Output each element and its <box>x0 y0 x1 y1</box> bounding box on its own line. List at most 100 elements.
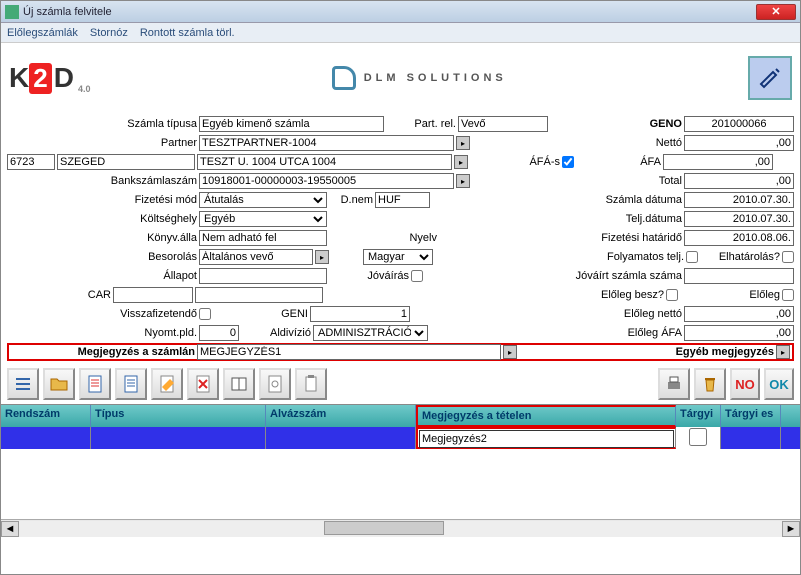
netto-input[interactable] <box>684 135 794 151</box>
lbl-eloleg-besz: Előleg besz? <box>354 289 664 301</box>
col-rendszam[interactable]: Rendszám <box>1 405 91 427</box>
col-alvazszam[interactable]: Alvázszám <box>266 405 416 427</box>
lbl-megjegyzes-szamlan: Megjegyzés a számlán <box>11 346 195 358</box>
eloleg-checkbox[interactable] <box>782 289 794 301</box>
dnem-input[interactable] <box>375 192 430 208</box>
dlm-logo: DLM SOLUTIONS <box>110 66 728 90</box>
pencil-icon <box>758 66 782 90</box>
megjegyzes-input[interactable] <box>197 344 501 360</box>
close-button[interactable]: ✕ <box>756 4 796 20</box>
row-targyi-checkbox[interactable] <box>677 428 719 446</box>
partner-lookup-button[interactable]: ▸ <box>456 136 470 150</box>
afa-input[interactable] <box>663 154 773 170</box>
k2d-logo: K2D 4.0 <box>9 62 90 94</box>
telj-datuma-input[interactable] <box>684 211 794 227</box>
lbl-telj-datuma: Telj.dátuma <box>337 213 682 225</box>
col-targyi-es[interactable]: Tárgyi es <box>721 405 781 427</box>
col-targyi[interactable]: Tárgyi <box>676 405 721 427</box>
menu-stornoz[interactable]: Stornóz <box>90 27 128 39</box>
tb-doc1-button[interactable] <box>79 368 111 400</box>
egyeb-megj-button[interactable]: ▸ <box>776 345 790 359</box>
tb-doc2-button[interactable] <box>115 368 147 400</box>
varos-input[interactable] <box>57 154 195 170</box>
jovairas-checkbox[interactable] <box>411 270 423 282</box>
swirl-icon <box>332 66 356 90</box>
no-button[interactable]: NO <box>730 368 760 400</box>
megjegyzes-row-highlight: Megjegyzés a számlán ▸ Egyéb megjegyzés … <box>7 343 794 361</box>
tb-print-button[interactable] <box>658 368 690 400</box>
cim-input[interactable] <box>197 154 452 170</box>
tb-clip-button[interactable] <box>295 368 327 400</box>
konyv-alla-input[interactable] <box>199 230 327 246</box>
lbl-nyelv: Nyelv <box>329 232 437 244</box>
fiz-hatarido-input[interactable] <box>684 230 794 246</box>
grid: Rendszám Típus Alvázszám Megjegyzés a té… <box>1 404 800 537</box>
lbl-folyamatos: Folyamatos telj. <box>549 251 684 263</box>
scroll-track[interactable] <box>19 521 782 537</box>
nyelv-select[interactable]: Magyar <box>363 249 433 265</box>
visszafiz-checkbox[interactable] <box>199 308 211 320</box>
tb-edit-button[interactable] <box>151 368 183 400</box>
lbl-besorolas: Besorolás <box>7 251 197 263</box>
irsz-input[interactable] <box>7 154 55 170</box>
row-megjegyzes-input[interactable] <box>419 430 674 448</box>
koltseghely-select[interactable]: Egyéb <box>199 211 327 227</box>
elhatarolas-checkbox[interactable] <box>782 251 794 263</box>
besorolas-lookup[interactable]: ▸ <box>315 250 329 264</box>
titlebar: Új számla felvitele ✕ <box>1 1 800 23</box>
tb-note-button[interactable] <box>259 368 291 400</box>
nyomt-pld-input[interactable] <box>199 325 239 341</box>
car2-input[interactable] <box>195 287 323 303</box>
szamla-tipusa-input[interactable] <box>199 116 384 132</box>
partner-input[interactable] <box>199 135 454 151</box>
eloleg-netto-input[interactable] <box>684 306 794 322</box>
form: Számla típusa Part. rel. GENO Partner ▸ … <box>1 113 800 364</box>
tb-list-button[interactable] <box>7 368 39 400</box>
col-megjegyzes-tetel[interactable]: Megjegyzés a tételen <box>416 405 676 427</box>
fizmod-select[interactable]: Átutalás <box>199 192 327 208</box>
edit-big-button[interactable] <box>748 56 792 100</box>
hscroll[interactable]: ◄ ► <box>1 519 800 537</box>
tb-book-button[interactable] <box>223 368 255 400</box>
eloleg-afa-input[interactable] <box>684 325 794 341</box>
lbl-geni: GENI <box>213 308 308 320</box>
app-icon <box>5 5 19 19</box>
jovairt-szamla-input[interactable] <box>684 268 794 284</box>
total-input[interactable] <box>684 173 794 189</box>
window: Új számla felvitele ✕ Előlegszámlák Stor… <box>0 0 801 575</box>
afas-checkbox[interactable] <box>562 156 574 168</box>
folyamatos-checkbox[interactable] <box>686 251 698 263</box>
car-input[interactable] <box>113 287 193 303</box>
megjegyzes-lookup[interactable]: ▸ <box>503 345 517 359</box>
tb-x-button[interactable] <box>187 368 219 400</box>
geni-input[interactable] <box>310 306 410 322</box>
menu-elolegszamlak[interactable]: Előlegszámlák <box>7 27 78 39</box>
bankszamla-lookup[interactable]: ▸ <box>456 174 470 188</box>
col-tipus[interactable]: Típus <box>91 405 266 427</box>
tb-folder-button[interactable] <box>43 368 75 400</box>
eloleg-besz-checkbox[interactable] <box>666 289 678 301</box>
ok-button[interactable]: OK <box>764 368 794 400</box>
geno-input[interactable] <box>684 116 794 132</box>
cim-lookup-button[interactable]: ▸ <box>454 155 468 169</box>
menu-rontott[interactable]: Rontott számla törl. <box>140 27 235 39</box>
besorolas-input[interactable] <box>199 249 313 265</box>
lbl-eloleg-afa: Előleg ÁFA <box>452 327 682 339</box>
scroll-right-button[interactable]: ► <box>782 521 800 537</box>
lbl-fizmod: Fizetési mód <box>7 194 197 206</box>
tb-trash-button[interactable] <box>694 368 726 400</box>
aldivizio-select[interactable]: ADMINISZTRÁCIÓ <box>313 325 428 341</box>
szamla-datuma-input[interactable] <box>684 192 794 208</box>
lbl-visszafiz: Visszafizetendő <box>7 308 197 320</box>
lbl-konyv-alla: Könyv.álla <box>7 232 197 244</box>
grid-row[interactable] <box>1 427 800 449</box>
lbl-jovairas: Jóváírás <box>329 270 409 282</box>
lbl-afas: ÁFÁ-s <box>470 156 560 168</box>
lbl-bankszamla: Bankszámlaszám <box>7 175 197 187</box>
grid-header: Rendszám Típus Alvázszám Megjegyzés a té… <box>1 405 800 427</box>
lbl-egyeb-megj: Egyéb megjegyzés <box>554 346 774 358</box>
scroll-left-button[interactable]: ◄ <box>1 521 19 537</box>
bankszamla-input[interactable] <box>199 173 454 189</box>
part-rel-input[interactable] <box>458 116 548 132</box>
scroll-thumb[interactable] <box>324 521 444 535</box>
